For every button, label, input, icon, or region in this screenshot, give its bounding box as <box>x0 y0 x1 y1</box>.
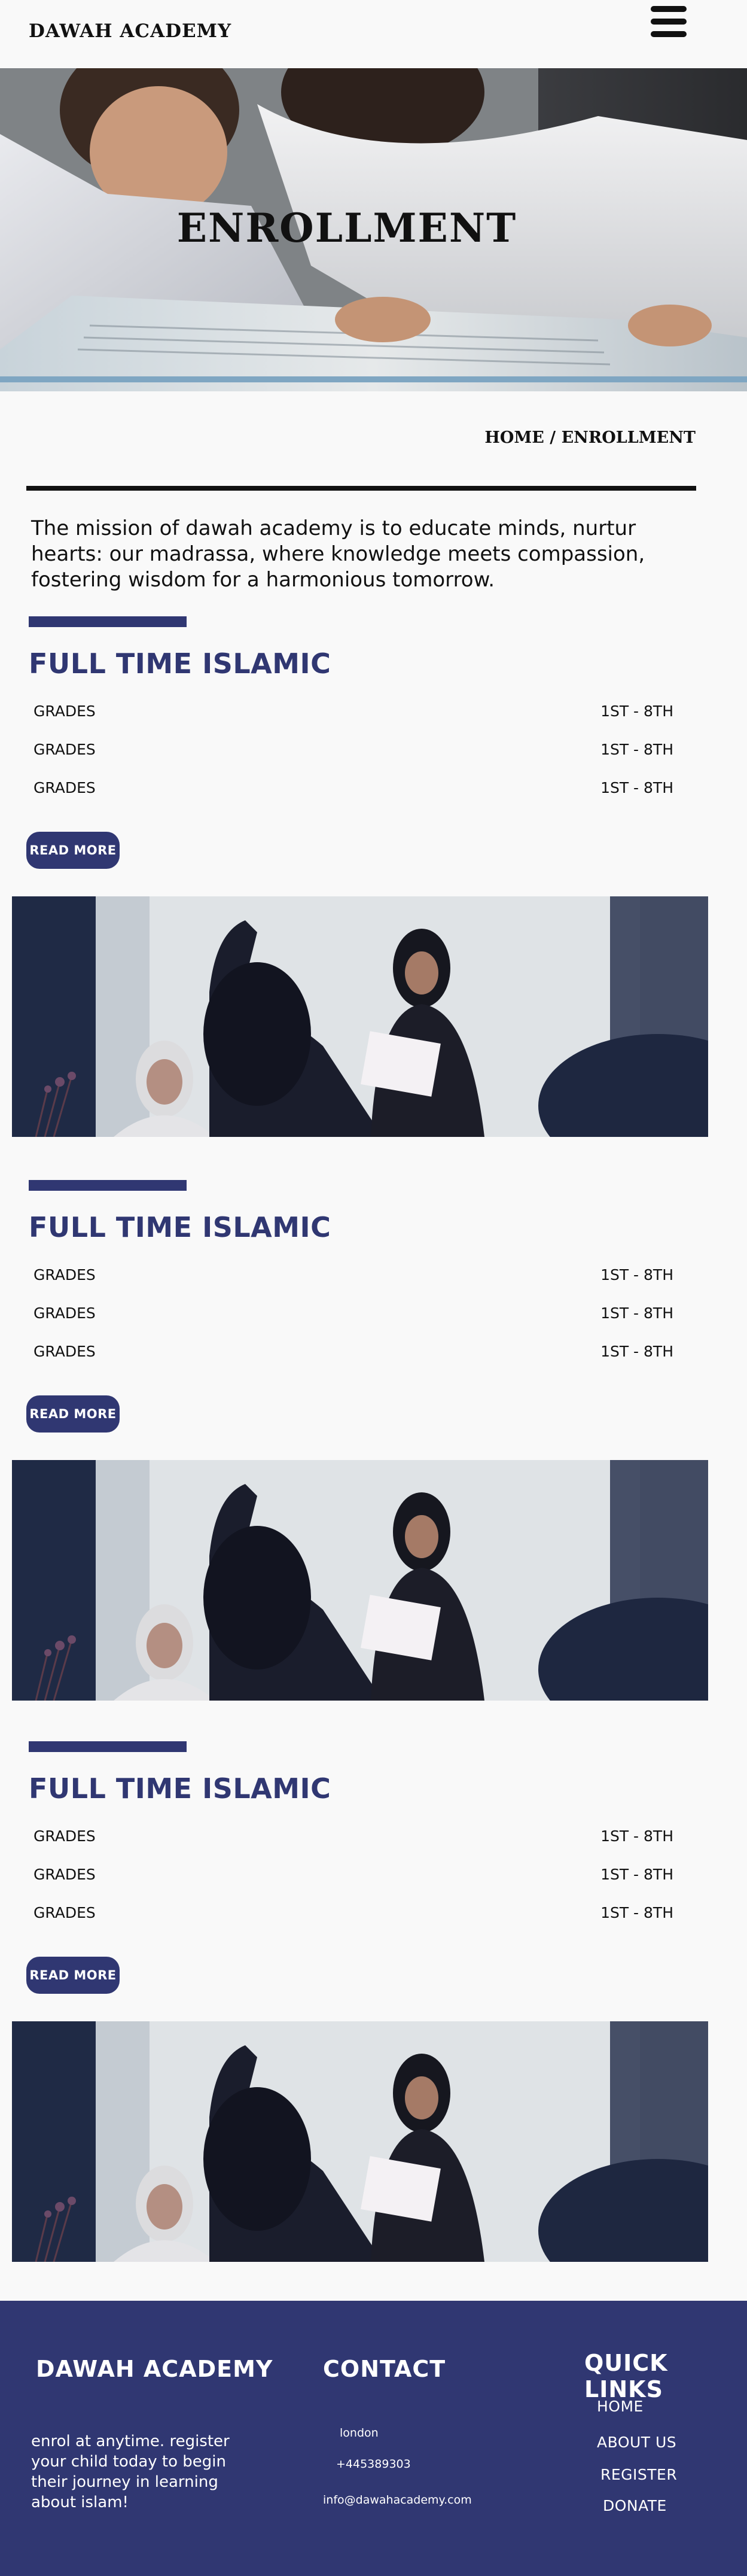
accent-bar <box>29 1741 187 1752</box>
accent-bar <box>29 616 187 627</box>
grade-label: GRADES <box>33 1266 96 1284</box>
grade-value: 1ST - 8TH <box>600 779 673 796</box>
read-more-button[interactable]: READ MORE <box>26 1395 120 1433</box>
program-section: FULL TIME ISLAMIC GRADES 1ST - 8TH GRADE… <box>0 616 747 1143</box>
site-header: DAWAH ACADEMY <box>0 0 747 68</box>
classroom-photo <box>12 2021 708 2262</box>
footer-link-about-us[interactable]: ABOUT US <box>597 2434 676 2451</box>
grade-label: GRADES <box>33 702 96 720</box>
menu-bar <box>651 19 687 25</box>
program-title: FULL TIME ISLAMIC <box>29 647 331 680</box>
program-section: FULL TIME ISLAMIC GRADES 1ST - 8TH GRADE… <box>0 1741 747 2268</box>
grade-row: GRADES 1ST - 8TH <box>33 1266 673 1290</box>
program-title: FULL TIME ISLAMIC <box>29 1211 331 1243</box>
classroom-illustration <box>12 896 708 1137</box>
grade-row: GRADES 1ST - 8TH <box>33 702 673 726</box>
footer-contact-heading: CONTACT <box>323 2356 446 2382</box>
footer-quick-links-heading: QUICK LINKS <box>584 2350 668 2402</box>
hamburger-menu-icon[interactable] <box>651 6 687 37</box>
breadcrumb-current: ENROLLMENT <box>561 428 696 447</box>
grade-row: GRADES 1ST - 8TH <box>33 1866 673 1890</box>
menu-bar <box>651 6 687 12</box>
grade-label: GRADES <box>33 1904 96 1921</box>
read-more-button[interactable]: READ MORE <box>26 1957 120 1994</box>
footer-link-register[interactable]: REGISTER <box>600 2466 677 2483</box>
grade-value: 1ST - 8TH <box>600 702 673 720</box>
grade-label: GRADES <box>33 1866 96 1883</box>
grade-value: 1ST - 8TH <box>600 1904 673 1921</box>
grade-label: GRADES <box>33 1343 96 1360</box>
breadcrumb: HOME / ENROLLMENT <box>484 428 696 447</box>
footer-tagline: enrol at anytime. register your child to… <box>31 2432 230 2511</box>
footer-location: london <box>340 2426 379 2440</box>
grade-label: GRADES <box>33 779 96 796</box>
site-footer: DAWAH ACADEMY enrol at anytime. register… <box>0 2301 747 2576</box>
footer-phone[interactable]: +445389303 <box>336 2458 411 2471</box>
grade-row: GRADES 1ST - 8TH <box>33 779 673 803</box>
menu-bar <box>651 31 687 37</box>
mission-statement: The mission of dawah academy is to educa… <box>31 516 645 592</box>
classroom-photo <box>12 1460 708 1701</box>
grade-label: GRADES <box>33 1304 96 1322</box>
grade-value: 1ST - 8TH <box>600 741 673 758</box>
classroom-photo <box>12 896 708 1137</box>
footer-link-donate[interactable]: DONATE <box>603 2497 667 2514</box>
hero-banner: ENROLLMENT <box>0 68 747 391</box>
program-title: FULL TIME ISLAMIC <box>29 1772 331 1805</box>
grade-label: GRADES <box>33 1827 96 1845</box>
site-logo[interactable]: DAWAH ACADEMY <box>29 20 231 42</box>
classroom-illustration <box>12 2021 708 2262</box>
classroom-illustration <box>12 1460 708 1701</box>
read-more-button[interactable]: READ MORE <box>26 832 120 869</box>
grade-value: 1ST - 8TH <box>600 1266 673 1284</box>
footer-email[interactable]: info@dawahacademy.com <box>323 2493 472 2507</box>
grade-label: GRADES <box>33 741 96 758</box>
grade-value: 1ST - 8TH <box>600 1343 673 1360</box>
grade-row: GRADES 1ST - 8TH <box>33 741 673 765</box>
section-divider <box>26 486 696 491</box>
footer-link-home[interactable]: HOME <box>597 2398 644 2415</box>
grade-row: GRADES 1ST - 8TH <box>33 1904 673 1928</box>
breadcrumb-separator: / <box>544 428 562 447</box>
program-section: FULL TIME ISLAMIC GRADES 1ST - 8TH GRADE… <box>0 1180 747 1707</box>
grade-value: 1ST - 8TH <box>600 1304 673 1322</box>
hero-title: ENROLLMENT <box>176 205 517 251</box>
grade-row: GRADES 1ST - 8TH <box>33 1304 673 1328</box>
grade-row: GRADES 1ST - 8TH <box>33 1343 673 1367</box>
grade-value: 1ST - 8TH <box>600 1866 673 1883</box>
grade-value: 1ST - 8TH <box>600 1827 673 1845</box>
breadcrumb-home-link[interactable]: HOME <box>484 428 544 447</box>
grade-row: GRADES 1ST - 8TH <box>33 1827 673 1851</box>
accent-bar <box>29 1180 187 1191</box>
footer-brand: DAWAH ACADEMY <box>36 2356 273 2382</box>
